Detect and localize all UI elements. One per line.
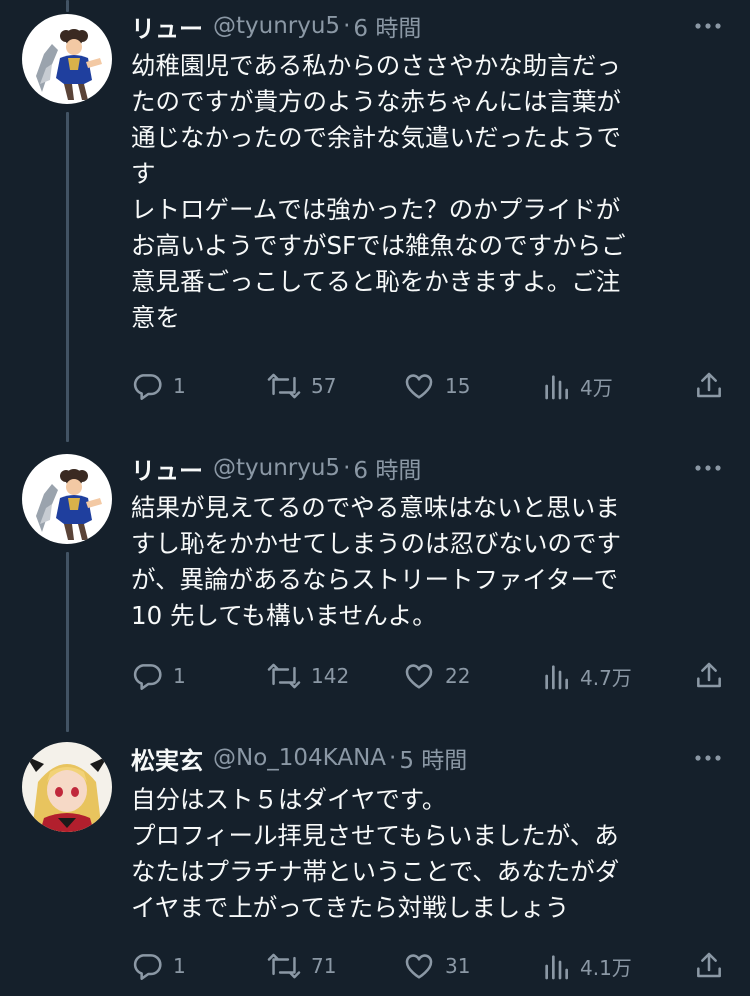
views-button[interactable]: 4.1万 — [542, 950, 632, 982]
tweet-text-line: 自分はスト５はダイヤです。 — [131, 785, 447, 814]
tweet[interactable]: リュー @tyunryu5 · 6 時間 幼稚園児である私からのささやかな助言だ… — [0, 0, 750, 430]
retweet-button[interactable]: 71 — [267, 950, 336, 982]
views-icon — [545, 375, 568, 400]
separator-dot: · — [389, 745, 397, 771]
tweet-text: 幼稚園児である私からのささやかな助言だっ たのですが貴方のような赤ちゃんには言葉… — [131, 48, 731, 336]
reply-button[interactable]: 1 — [131, 950, 186, 982]
reply-button[interactable]: 1 — [131, 370, 186, 402]
tweet-text-line: レトロゲームでは強かった？のかプライドが — [131, 195, 621, 224]
tweet-text-line: 結果が見えてるのでやる意味はないと思いま — [131, 493, 620, 522]
tweet-header: リュー @tyunryu5 · 6 時間 — [131, 9, 726, 44]
tweet-text: 自分はスト５はダイヤです。 プロフィール拝見させてもらいましたが、あ なたはプラ… — [131, 782, 731, 926]
views-icon — [545, 955, 568, 980]
retweet-icon — [267, 373, 301, 399]
tweet-text-line: たのですが貴方のような赤ちゃんには言葉が — [131, 87, 621, 116]
tweet-text-line: 幼稚園児である私からのささやかな助言だっ — [131, 51, 621, 80]
share-button[interactable] — [693, 660, 725, 692]
heart-icon — [405, 954, 433, 979]
view-count: 4万 — [580, 375, 613, 400]
tweet-text-line: 10 先しても構いませんよ。 — [131, 601, 437, 630]
tweet-text-line: イヤまで上がってきたら対戦しましょう — [131, 893, 570, 922]
tweet-text-line: が、異論があるならストリートファイターで — [131, 565, 619, 594]
tweet-text-line: すし恥をかかせてしまうのは忍びないのです — [131, 529, 621, 558]
like-count: 15 — [445, 374, 471, 398]
retweet-icon — [267, 663, 301, 689]
separator-dot: · — [343, 13, 351, 39]
share-icon — [697, 662, 721, 688]
share-button[interactable] — [693, 950, 725, 982]
reply-count: 1 — [173, 374, 186, 398]
like-count: 22 — [445, 664, 471, 688]
reply-icon — [133, 954, 162, 980]
avatar[interactable] — [22, 742, 112, 832]
heart-icon — [405, 664, 433, 689]
like-button[interactable]: 22 — [403, 660, 470, 692]
action-bar: 1 71 31 4.1万 — [131, 950, 727, 982]
chun-li-avatar-icon — [22, 454, 112, 544]
tweet-text-line: 通じなかったので余計な気遣いだったようで — [131, 123, 621, 152]
retweet-button[interactable]: 57 — [267, 370, 336, 402]
view-count: 4.1万 — [580, 955, 632, 980]
share-icon — [697, 372, 721, 398]
tweet-text-line: 意を — [131, 303, 180, 332]
reply-count: 1 — [173, 954, 186, 978]
timestamp[interactable]: 6 時間 — [353, 451, 421, 485]
tweet-text-line: 意見番ごっこしてると恥をかきますよ。ご注 — [131, 267, 621, 296]
retweet-count: 57 — [311, 374, 337, 398]
views-button[interactable]: 4万 — [542, 370, 613, 402]
tweet-header: 松実玄 @No_104KANA · 5 時間 — [131, 741, 726, 776]
retweet-count: 71 — [311, 954, 337, 978]
timestamp[interactable]: 5 時間 — [399, 741, 467, 775]
avatar[interactable] — [22, 454, 112, 544]
timestamp[interactable]: 6 時間 — [353, 9, 421, 43]
reply-icon — [133, 664, 162, 690]
view-count: 4.7万 — [580, 665, 632, 690]
like-count: 31 — [445, 954, 471, 978]
tweet-text-line: す — [131, 159, 156, 188]
retweet-icon — [267, 953, 301, 979]
retweet-button[interactable]: 142 — [267, 660, 349, 692]
retweet-count: 142 — [311, 664, 350, 688]
chun-li-avatar-icon — [22, 14, 112, 104]
share-icon — [697, 952, 721, 978]
reply-button[interactable]: 1 — [131, 660, 186, 692]
reply-count: 1 — [173, 664, 186, 688]
tweet-text: 結果が見えてるのでやる意味はないと思いま すし恥をかかせてしまうのは忍びないので… — [131, 490, 731, 634]
tweet[interactable]: 松実玄 @No_104KANA · 5 時間 自分はスト５はダイヤです。 プロフ… — [0, 730, 750, 996]
tweet-header: リュー @tyunryu5 · 6 時間 — [131, 451, 726, 486]
like-button[interactable]: 15 — [403, 370, 470, 402]
reply-icon — [133, 374, 162, 400]
views-icon — [545, 665, 568, 690]
tweet[interactable]: リュー @tyunryu5 · 6 時間 結果が見えてるのでやる意味はないと思い… — [0, 440, 750, 730]
anime-girl-avatar-icon — [22, 742, 112, 832]
separator-dot: · — [343, 455, 351, 481]
more-icon[interactable] — [690, 742, 726, 774]
action-bar: 1 142 22 4.7万 — [131, 660, 727, 692]
user-handle[interactable]: @tyunryu5 — [213, 13, 340, 39]
display-name[interactable]: 松実玄 — [131, 741, 203, 776]
user-handle[interactable]: @tyunryu5 — [213, 455, 340, 481]
more-icon[interactable] — [690, 10, 726, 42]
tweet-text-line: プロフィール拝見させてもらいましたが、あ — [131, 821, 619, 850]
display-name[interactable]: リュー — [131, 451, 203, 486]
avatar[interactable] — [22, 14, 112, 104]
share-button[interactable] — [693, 370, 725, 402]
heart-icon — [405, 374, 433, 399]
more-icon[interactable] — [690, 452, 726, 484]
like-button[interactable]: 31 — [403, 950, 470, 982]
user-handle[interactable]: @No_104KANA — [213, 745, 386, 771]
tweet-text-line: なたはプラチナ帯ということで、あなたがダ — [131, 857, 620, 886]
tweet-text-line: お高いようですがSFでは雑魚なのですからご — [131, 231, 626, 260]
display-name[interactable]: リュー — [131, 9, 203, 44]
action-bar: 1 57 15 4万 — [131, 370, 727, 402]
views-button[interactable]: 4.7万 — [542, 660, 632, 692]
